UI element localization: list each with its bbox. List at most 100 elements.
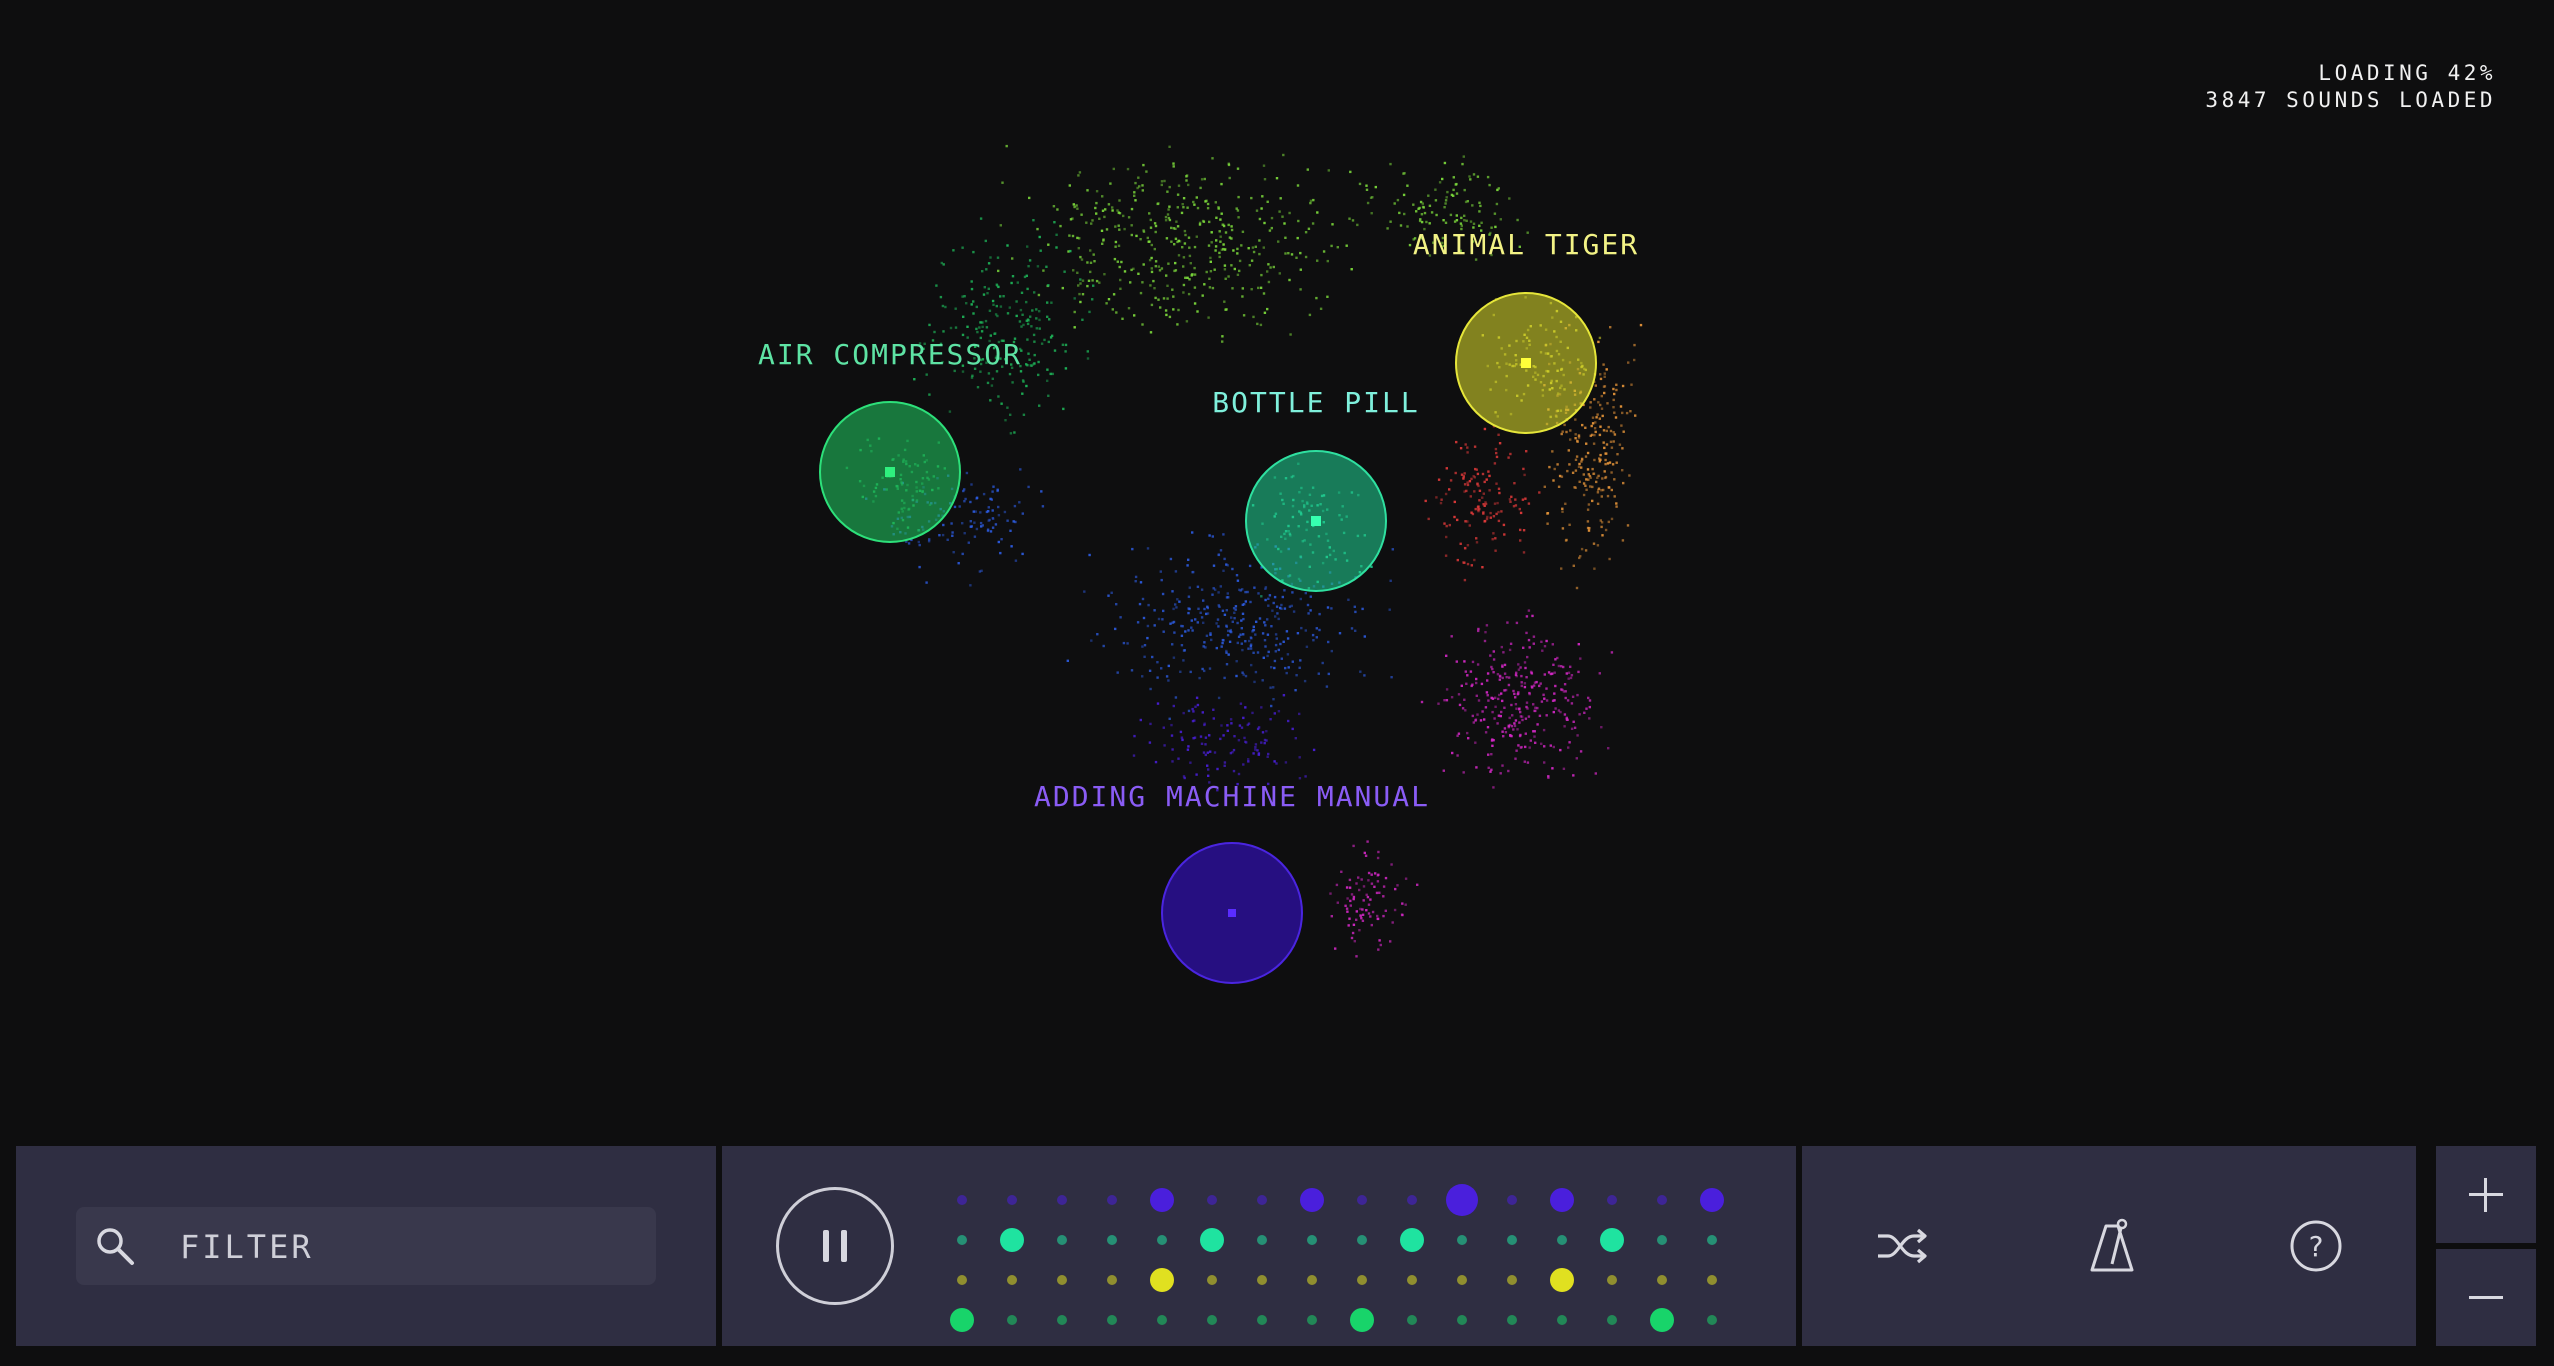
sequencer-step[interactable] xyxy=(1607,1275,1617,1285)
sequencer-step[interactable] xyxy=(1257,1315,1267,1325)
sequencer-step[interactable] xyxy=(1157,1235,1167,1245)
sequencer-step[interactable] xyxy=(1657,1195,1667,1205)
sequencer-step[interactable] xyxy=(1000,1228,1024,1252)
sound-particle xyxy=(1000,538,1003,541)
sequencer-step[interactable] xyxy=(1300,1188,1324,1212)
sound-particle xyxy=(1590,424,1593,428)
sequencer-step[interactable] xyxy=(1257,1275,1267,1285)
sequencer-step[interactable] xyxy=(1107,1315,1117,1325)
sound-particle xyxy=(1308,313,1312,317)
sound-particle xyxy=(1622,481,1625,485)
filter-box[interactable] xyxy=(76,1207,656,1285)
sound-particle xyxy=(1079,255,1082,259)
sound-particle xyxy=(1226,634,1230,637)
sound-particle xyxy=(1377,948,1380,951)
sequencer-step[interactable] xyxy=(1200,1228,1224,1252)
sequencer-step[interactable] xyxy=(1600,1228,1624,1252)
sequencer-step[interactable] xyxy=(1107,1195,1117,1205)
node-animal-tiger[interactable]: ANIMAL TIGER xyxy=(1413,228,1639,434)
sequencer-step[interactable] xyxy=(1007,1195,1017,1205)
filter-input[interactable] xyxy=(178,1221,632,1273)
sound-particle xyxy=(1180,634,1184,637)
sequencer-step[interactable] xyxy=(1457,1235,1467,1245)
sequencer-step[interactable] xyxy=(1357,1195,1367,1205)
sound-particle xyxy=(1237,635,1241,638)
sound-particle xyxy=(997,269,1000,273)
sound-particle xyxy=(1201,294,1204,297)
sequencer-step[interactable] xyxy=(1307,1235,1317,1245)
sequencer-step[interactable] xyxy=(1307,1315,1317,1325)
sequencer-step[interactable] xyxy=(1550,1188,1574,1212)
node-adding-machine-manual[interactable]: ADDING MACHINE MANUAL xyxy=(1034,780,1430,984)
sound-particle xyxy=(1478,489,1482,492)
sound-map[interactable]: AIR COMPRESSOR BOTTLE PILL ANIMAL TIGER … xyxy=(0,0,2554,1140)
sequencer-step[interactable] xyxy=(1257,1195,1267,1205)
sequencer-step[interactable] xyxy=(1107,1275,1117,1285)
sequencer-step[interactable] xyxy=(1700,1188,1724,1212)
pause-button[interactable] xyxy=(776,1187,894,1305)
sequencer-step[interactable] xyxy=(1657,1235,1667,1245)
sequencer-step[interactable] xyxy=(957,1275,967,1285)
sequencer-step[interactable] xyxy=(957,1235,967,1245)
shuffle-button[interactable] xyxy=(1872,1216,1932,1276)
sequencer-step[interactable] xyxy=(1207,1195,1217,1205)
sequencer-step[interactable] xyxy=(1457,1275,1467,1285)
node-bottle-pill[interactable]: BOTTLE PILL xyxy=(1212,386,1419,592)
sequencer-step[interactable] xyxy=(1557,1235,1567,1245)
sequencer-step[interactable] xyxy=(1550,1268,1574,1292)
sound-particle xyxy=(1032,219,1035,222)
sound-particle xyxy=(1232,769,1236,773)
sequencer-step[interactable] xyxy=(1007,1315,1017,1325)
sound-particle xyxy=(1327,672,1330,676)
sequencer-step[interactable] xyxy=(1657,1275,1667,1285)
sequencer-step[interactable] xyxy=(1207,1275,1217,1285)
help-button[interactable]: ? xyxy=(2286,1216,2346,1276)
sequencer-step[interactable] xyxy=(1357,1235,1367,1245)
sequencer-step[interactable] xyxy=(1207,1315,1217,1325)
sequencer-step[interactable] xyxy=(1307,1275,1317,1285)
sequencer-step[interactable] xyxy=(1707,1235,1717,1245)
sequencer-step[interactable] xyxy=(1150,1188,1174,1212)
sequencer-step[interactable] xyxy=(1457,1315,1467,1325)
sequencer-step[interactable] xyxy=(1007,1275,1017,1285)
sequencer-step[interactable] xyxy=(1446,1184,1478,1216)
sound-particle xyxy=(1022,380,1025,383)
sequencer-step[interactable] xyxy=(1357,1275,1367,1285)
zoom-out-button[interactable] xyxy=(2436,1249,2536,1346)
step-sequencer-grid[interactable] xyxy=(922,1160,1772,1340)
sequencer-step[interactable] xyxy=(1650,1308,1674,1332)
sound-particle xyxy=(1069,249,1072,253)
sound-particle xyxy=(1187,292,1191,296)
zoom-in-button[interactable] xyxy=(2436,1146,2536,1243)
sequencer-step[interactable] xyxy=(1057,1275,1067,1285)
sequencer-step[interactable] xyxy=(1607,1195,1617,1205)
sequencer-step[interactable] xyxy=(1407,1275,1417,1285)
sequencer-step[interactable] xyxy=(1150,1268,1174,1292)
sequencer-step[interactable] xyxy=(1507,1315,1517,1325)
sequencer-step[interactable] xyxy=(1607,1315,1617,1325)
sequencer-step[interactable] xyxy=(1057,1315,1067,1325)
sequencer-step[interactable] xyxy=(1707,1315,1717,1325)
sequencer-step[interactable] xyxy=(1257,1235,1267,1245)
sound-particle xyxy=(1603,372,1606,375)
metronome-button[interactable] xyxy=(2082,1216,2142,1276)
sequencer-step[interactable] xyxy=(1157,1315,1167,1325)
sequencer-step[interactable] xyxy=(957,1195,967,1205)
node-air-compressor[interactable]: AIR COMPRESSOR xyxy=(758,338,1022,543)
sound-particle xyxy=(1258,217,1262,221)
sequencer-step[interactable] xyxy=(950,1308,974,1332)
sequencer-step[interactable] xyxy=(1507,1235,1517,1245)
sound-particle xyxy=(1378,939,1381,942)
sequencer-step[interactable] xyxy=(1400,1228,1424,1252)
sequencer-step[interactable] xyxy=(1407,1315,1417,1325)
sequencer-step[interactable] xyxy=(1407,1195,1417,1205)
sequencer-step[interactable] xyxy=(1057,1195,1067,1205)
sequencer-step[interactable] xyxy=(1057,1235,1067,1245)
sequencer-step[interactable] xyxy=(1707,1275,1717,1285)
sequencer-step[interactable] xyxy=(1350,1308,1374,1332)
sound-particle xyxy=(1153,247,1156,251)
sequencer-step[interactable] xyxy=(1107,1235,1117,1245)
sequencer-step[interactable] xyxy=(1507,1195,1517,1205)
sequencer-step[interactable] xyxy=(1507,1275,1517,1285)
sequencer-step[interactable] xyxy=(1557,1315,1567,1325)
